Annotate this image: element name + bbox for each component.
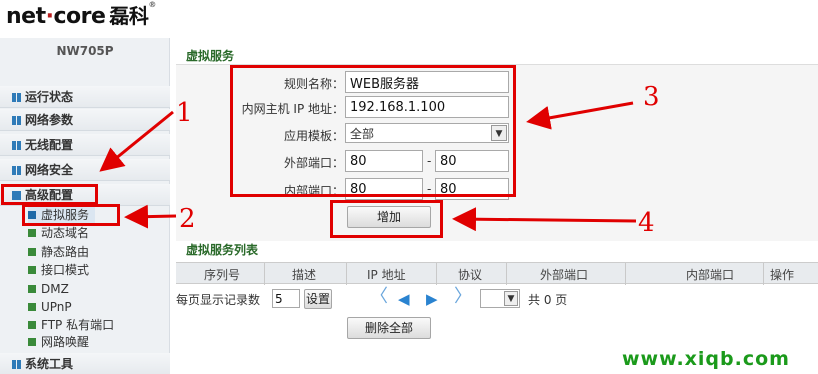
chevron-down-icon: ▼ <box>504 291 518 306</box>
sidebar-item-system-tools[interactable]: 系统工具 <box>0 353 170 374</box>
annotation-box-virtual-service <box>22 204 120 226</box>
col-index: 序列号 <box>204 268 241 282</box>
pagination-bar: 每页显示记录数 设置 〈 ◀ ▶ 〉 ▼ 共 0 页 <box>176 286 818 312</box>
sidebar-subitem-label: 静态路由 <box>41 245 90 259</box>
section-title-service-list: 虚拟服务列表 <box>186 243 259 257</box>
grid-icon <box>12 360 21 369</box>
sidebar-subitem-upnp[interactable]: UPnP <box>28 299 72 315</box>
sidebar-item-wireless[interactable]: 无线配置 <box>0 134 170 156</box>
bullet-icon <box>28 338 36 346</box>
sidebar-item-label: 系统工具 <box>25 357 74 371</box>
sidebar-item-label: 运行状态 <box>25 90 74 104</box>
bullet-icon <box>28 285 36 293</box>
header: net·core 磊科® <box>0 0 818 34</box>
sidebar-subitem-label: 动态域名 <box>41 226 90 240</box>
col-separator <box>506 263 507 285</box>
sidebar-item-security[interactable]: 网络安全 <box>0 159 170 181</box>
sidebar-subitem-label: 接口模式 <box>41 263 90 277</box>
grid-icon <box>12 93 21 102</box>
sidebar-item-label: 无线配置 <box>25 138 74 152</box>
col-protocol: 协议 <box>458 268 483 282</box>
watermark: www.xiqb.com <box>622 348 790 370</box>
first-page-icon[interactable]: 〈 <box>370 288 388 306</box>
col-separator <box>763 263 764 285</box>
grid-icon <box>12 166 21 175</box>
brand-logo: net·core 磊科® <box>6 0 156 29</box>
annotation-number-4: 4 <box>638 208 655 238</box>
col-separator <box>625 263 626 285</box>
bullet-icon <box>28 321 36 329</box>
logo-text-cn: 磊科 <box>109 4 149 28</box>
annotation-number-3: 3 <box>643 82 660 112</box>
sidebar-item-label: 网络参数 <box>25 113 74 127</box>
page-select[interactable]: ▼ <box>480 289 520 308</box>
bullet-icon <box>28 248 36 256</box>
section-title-virtual-service: 虚拟服务 <box>186 49 235 63</box>
sidebar-subitem-ddns[interactable]: 动态域名 <box>28 225 89 241</box>
grid-icon <box>12 141 21 150</box>
prev-page-icon[interactable]: ◀ <box>398 290 410 308</box>
service-table-header: 序列号 描述 IP 地址 协议 外部端口 内部端口 操作 <box>176 262 818 285</box>
bullet-icon <box>28 266 36 274</box>
sidebar-subitem-interface-mode[interactable]: 接口模式 <box>28 262 89 278</box>
sidebar-item-network[interactable]: 网络参数 <box>0 109 170 131</box>
per-page-input[interactable] <box>272 289 300 308</box>
device-model: NW705P <box>56 44 114 58</box>
sidebar-subitem-label: 网路唤醒 <box>41 335 90 349</box>
annotation-number-1: 1 <box>176 98 193 128</box>
annotation-number-2: 2 <box>179 204 196 234</box>
per-page-label: 每页显示记录数 <box>176 293 261 307</box>
last-page-icon[interactable]: 〉 <box>454 288 472 306</box>
sidebar-subitem-wol[interactable]: 网路唤醒 <box>28 334 89 350</box>
col-separator <box>436 263 437 285</box>
annotation-box-form-fields <box>230 65 516 197</box>
total-pages-text: 共 0 页 <box>528 293 568 307</box>
grid-icon <box>12 116 21 125</box>
sidebar-subitem-label: FTP 私有端口 <box>41 318 115 332</box>
sidebar-subitem-ftp-port[interactable]: FTP 私有端口 <box>28 317 114 333</box>
delete-all-button[interactable]: 删除全部 <box>347 317 431 339</box>
col-description: 描述 <box>292 268 317 282</box>
sidebar-subitem-dmz[interactable]: DMZ <box>28 281 69 297</box>
col-internal-port: 内部端口 <box>686 268 735 282</box>
sidebar-subitem-label: DMZ <box>41 282 69 296</box>
logo-text-net: net <box>6 4 46 29</box>
col-separator <box>346 263 347 285</box>
next-page-icon[interactable]: ▶ <box>426 290 438 308</box>
col-action: 操作 <box>770 268 795 282</box>
sidebar-subitem-static-route[interactable]: 静态路由 <box>28 244 89 260</box>
logo-reg: ® <box>148 0 156 9</box>
logo-text-core: core <box>53 4 106 29</box>
col-external-port: 外部端口 <box>540 268 589 282</box>
col-separator <box>264 263 265 285</box>
annotation-box-advanced <box>1 184 98 205</box>
col-ip: IP 地址 <box>367 268 406 282</box>
sidebar-item-label: 网络安全 <box>25 163 74 177</box>
set-button[interactable]: 设置 <box>304 289 332 309</box>
bullet-icon <box>28 303 36 311</box>
sidebar-subitem-label: UPnP <box>41 300 72 314</box>
annotation-box-add-button <box>330 200 443 238</box>
bullet-icon <box>28 229 36 237</box>
sidebar-item-status[interactable]: 运行状态 <box>0 86 170 108</box>
